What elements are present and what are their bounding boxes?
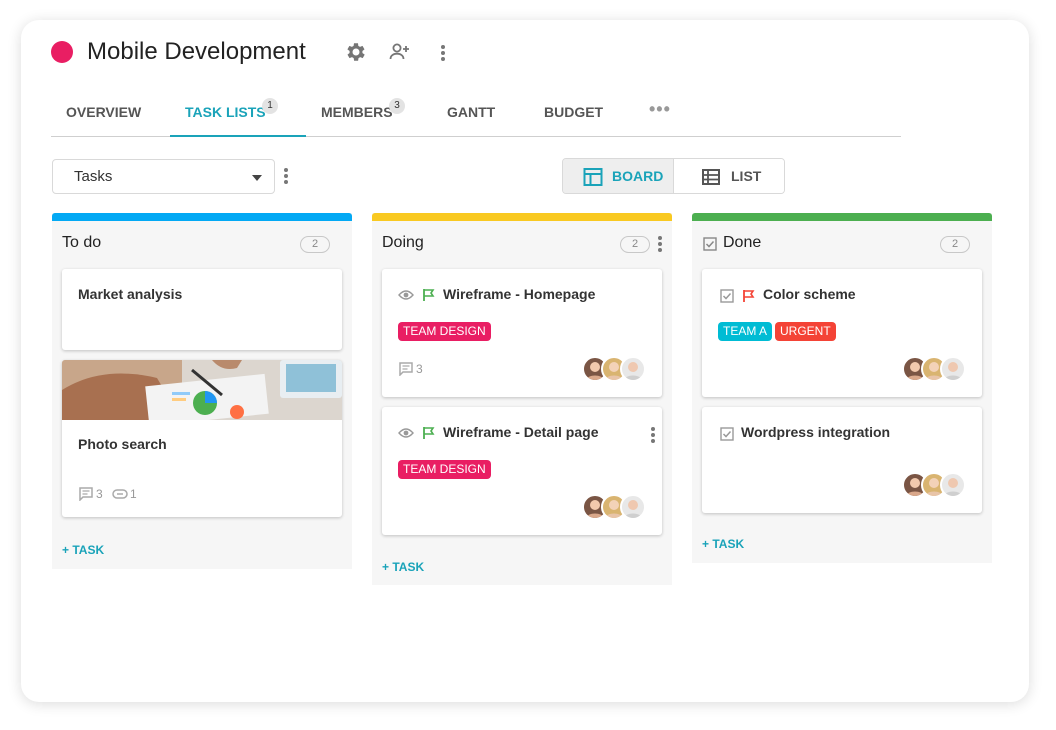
column-title: Done <box>723 234 762 251</box>
avatar[interactable] <box>620 494 646 520</box>
avatar[interactable] <box>940 356 966 382</box>
more-vertical-icon[interactable] <box>441 45 445 61</box>
comment-icon <box>399 362 413 376</box>
tab-overview[interactable]: OVERVIEW <box>66 90 141 136</box>
task-card[interactable]: Color scheme TEAM A URGENT <box>702 269 982 397</box>
task-card[interactable]: Wireframe - Homepage TEAM DESIGN 3 <box>382 269 662 397</box>
flag-icon <box>423 427 435 439</box>
attachment-count: 1 <box>130 487 137 501</box>
attachment-icon <box>112 489 128 499</box>
column-count: 2 <box>620 236 650 253</box>
comment-count: 3 <box>96 487 103 501</box>
project-color-dot <box>51 41 73 63</box>
add-task-button[interactable]: + TASK <box>382 560 424 574</box>
tab-budget[interactable]: BUDGET <box>544 90 603 136</box>
eye-icon <box>398 290 414 300</box>
task-title: Color scheme <box>763 286 856 302</box>
label-team-design: TEAM DESIGN <box>398 460 491 479</box>
list-view-button[interactable]: LIST <box>674 159 784 193</box>
task-card[interactable]: Photo search 3 1 <box>62 360 342 517</box>
label-team-design: TEAM DESIGN <box>398 322 491 341</box>
list-options-icon[interactable] <box>284 168 288 184</box>
column-color-bar <box>692 213 992 221</box>
eye-icon <box>398 428 414 438</box>
view-toggle: BOARD LIST <box>562 158 785 194</box>
gear-icon[interactable] <box>344 40 368 64</box>
checkbox-icon <box>703 237 717 251</box>
comment-count: 3 <box>416 362 423 376</box>
column-todo: To do 2 Market analysis Photo search 3 1… <box>52 213 352 569</box>
tab-members[interactable]: MEMBERS 3 <box>321 90 405 136</box>
task-title: Wireframe - Detail page <box>443 424 599 440</box>
label-urgent: URGENT <box>775 322 836 341</box>
comment-icon <box>79 487 93 501</box>
tab-bar: OVERVIEW TASK LISTS 1 MEMBERS 3 GANTT BU… <box>51 90 901 137</box>
column-options-icon[interactable] <box>658 236 662 252</box>
assignee-avatars <box>582 494 646 520</box>
column-title: To do <box>62 234 102 251</box>
tab-gantt[interactable]: GANTT <box>447 90 495 136</box>
label-team-a: TEAM A <box>718 322 773 341</box>
chevron-down-icon <box>252 175 262 181</box>
task-list-select[interactable]: Tasks <box>52 159 275 194</box>
more-horizontal-icon[interactable]: ••• <box>649 85 671 131</box>
column-title: Doing <box>382 234 424 251</box>
card-options-icon[interactable] <box>651 427 655 443</box>
column-color-bar <box>52 213 352 221</box>
avatar[interactable] <box>940 472 966 498</box>
project-panel: Mobile Development OVERVIEW TASK LISTS 1… <box>21 20 1029 702</box>
task-card[interactable]: Wordpress integration <box>702 407 982 513</box>
board-icon <box>583 168 603 186</box>
tab-badge: 1 <box>262 98 278 114</box>
checkbox-icon <box>720 289 734 303</box>
project-title: Mobile Development <box>87 38 306 65</box>
column-color-bar <box>372 213 672 221</box>
task-title: Wireframe - Homepage <box>443 286 596 302</box>
task-card[interactable]: Wireframe - Detail page TEAM DESIGN <box>382 407 662 535</box>
task-cover-image <box>62 360 342 420</box>
assignee-avatars <box>902 356 966 382</box>
task-card[interactable]: Market analysis <box>62 269 342 350</box>
flag-icon <box>743 290 755 302</box>
add-task-button[interactable]: + TASK <box>62 543 104 557</box>
list-icon <box>702 169 720 185</box>
tab-task-lists[interactable]: TASK LISTS 1 <box>170 90 306 137</box>
add-task-button[interactable]: + TASK <box>702 537 744 551</box>
column-doing: Doing 2 Wireframe - Homepage TEAM DESIGN… <box>372 213 672 585</box>
avatar[interactable] <box>620 356 646 382</box>
tab-badge: 3 <box>389 98 405 114</box>
task-title: Wordpress integration <box>741 424 891 440</box>
column-count: 2 <box>300 236 330 253</box>
checkbox-icon <box>720 427 734 441</box>
add-user-icon[interactable] <box>387 40 411 64</box>
flag-icon <box>423 289 435 301</box>
assignee-avatars <box>902 472 966 498</box>
task-title: Photo search <box>78 436 167 452</box>
column-count: 2 <box>940 236 970 253</box>
column-done: Done 2 Color scheme TEAM A URGENT Wordpr… <box>692 213 992 563</box>
board-view-button[interactable]: BOARD <box>563 159 674 193</box>
task-title: Market analysis <box>78 286 183 302</box>
assignee-avatars <box>582 356 646 382</box>
